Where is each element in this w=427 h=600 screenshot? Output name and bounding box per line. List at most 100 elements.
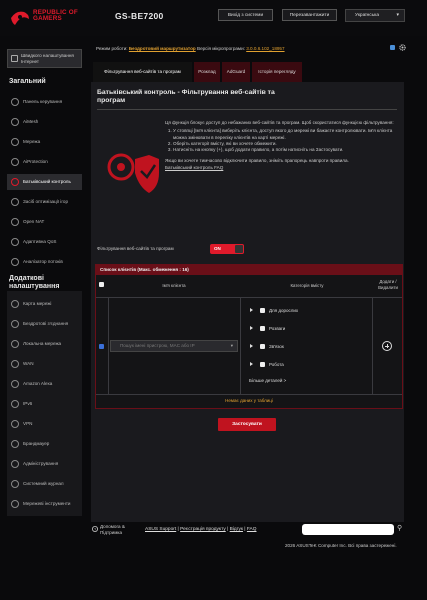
tab-web-filter[interactable]: Фільтрування веб-сайтів та програм xyxy=(93,62,193,82)
brand-logo-text: REPUBLIC OF GAMERS xyxy=(33,9,78,23)
sidebar-item-wan[interactable]: WAN xyxy=(7,356,82,372)
traffic-icon xyxy=(11,258,19,266)
sidebar-item-administration[interactable]: Адміністрування xyxy=(7,456,82,472)
language-value: Українська xyxy=(355,13,380,18)
client-search-placeholder: Пошук імені пристрою, MAC або IP xyxy=(120,343,195,348)
sidebar-item-vpn[interactable]: VPN xyxy=(7,416,82,432)
search-icon[interactable]: ⚲ xyxy=(397,524,402,532)
tab-adguard[interactable]: AdGuard xyxy=(222,62,251,82)
faq-footer-link[interactable]: FAQ xyxy=(247,527,257,532)
firmware-version-link[interactable]: 3.0.0.6.102_18957 xyxy=(246,46,284,51)
sidebar-item-aiprotection[interactable]: AiProtection xyxy=(7,154,82,170)
ipv6-icon xyxy=(11,400,19,408)
lan-icon xyxy=(11,340,19,348)
expand-arrow-icon[interactable] xyxy=(250,326,253,330)
category-label: Розваги xyxy=(269,326,286,331)
quick-setup-button[interactable]: Швидкого налаштування Інтернет xyxy=(7,49,82,68)
category-checkbox[interactable] xyxy=(260,308,265,313)
expand-arrow-icon[interactable] xyxy=(250,308,253,312)
footer-links: ASUS Support | Реєстрація продукту | Від… xyxy=(145,527,257,532)
sidebar-item-wireless[interactable]: Бездротові з'єднання xyxy=(7,316,82,332)
toggle-knob xyxy=(235,245,243,253)
expand-arrow-icon[interactable] xyxy=(250,362,253,366)
asus-support-link[interactable]: ASUS Support xyxy=(145,527,176,532)
empty-table-message: Немає даних у таблиці xyxy=(225,398,273,403)
rog-logo-icon xyxy=(11,11,29,25)
instruction-step: Натисніть на кнопку (+), щоб додати прав… xyxy=(173,147,395,153)
parental-control-illustration-icon xyxy=(107,153,159,193)
sidebar-item-qos[interactable]: Адаптивна QoS xyxy=(7,234,82,250)
vpn-icon xyxy=(11,420,19,428)
help-icon: ? xyxy=(92,526,98,532)
log-icon xyxy=(11,480,19,488)
client-list-title: Список клієнтів (Макс. обмеження : 16) xyxy=(96,265,402,275)
toggle-state: ON xyxy=(214,246,221,251)
category-checkbox[interactable] xyxy=(260,362,265,367)
sidebar-item-traffic-analyzer[interactable]: Аналізатор потоків xyxy=(7,254,82,270)
sidebar-item-lan[interactable]: Локальна мережа xyxy=(7,336,82,352)
language-select[interactable]: Українська ▾ xyxy=(345,9,405,22)
globe-icon xyxy=(11,360,19,368)
category-label: Для дорослих xyxy=(269,308,299,313)
sidebar-item-system-log[interactable]: Системний журнал xyxy=(7,476,82,492)
sidebar-item-alexa[interactable]: Amazon Alexa xyxy=(7,376,82,392)
sidebar-item-network[interactable]: Мережа xyxy=(7,134,82,150)
select-all-checkbox[interactable] xyxy=(99,282,104,287)
add-rule-icon[interactable] xyxy=(382,341,392,351)
column-header-add-remove: Додати / Видалити xyxy=(378,279,398,290)
faq-link[interactable]: Батьківський контроль FAQ xyxy=(165,165,223,170)
instruction-step: У стовпці [Ім'я клієнта] виберіть клієнт… xyxy=(173,128,395,141)
apply-button[interactable]: Застосувати xyxy=(218,418,276,431)
operation-mode-link[interactable]: Бездротовий маршрутизатор xyxy=(129,46,196,51)
network-icon xyxy=(11,138,19,146)
filter-toggle[interactable]: ON xyxy=(210,244,244,254)
category-label: Робота xyxy=(269,362,284,367)
nat-icon xyxy=(11,218,19,226)
column-divider xyxy=(372,297,373,394)
filter-toggle-label: Фільтрування веб-сайтів та програм xyxy=(97,246,174,251)
more-details-link[interactable]: Більше деталей > xyxy=(249,378,286,383)
alexa-icon xyxy=(11,380,19,388)
reboot-button[interactable]: Перезавантажити xyxy=(282,9,337,21)
gear-icon[interactable] xyxy=(399,44,406,51)
tab-browsing-history[interactable]: Історія перегляду xyxy=(252,62,303,82)
sidebar-item-aimesh[interactable]: AiMesh xyxy=(7,114,82,130)
general-section-title: Загальний xyxy=(9,78,46,85)
expand-arrow-icon[interactable] xyxy=(250,344,253,348)
divider xyxy=(97,109,397,110)
chevron-down-icon: ▾ xyxy=(230,343,233,348)
sidebar-item-open-nat[interactable]: Open NAT xyxy=(7,214,82,230)
column-divider xyxy=(108,297,109,394)
chevron-down-icon: ▾ xyxy=(396,12,399,18)
sidebar-item-parental-control[interactable]: Батьківський контроль xyxy=(7,174,82,190)
sidebar-item-firewall[interactable]: Брандмауер xyxy=(7,436,82,452)
sidebar-item-game-boost[interactable]: Засіб оптимізації ігор xyxy=(7,194,82,210)
sidebar-item-dashboard[interactable]: Панель керування xyxy=(7,94,82,110)
tab-schedule[interactable]: Розклад xyxy=(194,62,221,82)
category-label: Зв'язок xyxy=(269,344,284,349)
sidebar-item-network-tools[interactable]: Мережеві інструменти xyxy=(7,496,82,512)
tools-icon xyxy=(11,500,19,508)
dashboard-icon xyxy=(11,98,19,106)
instructions: Ця функція блокує доступ до небажаних ве… xyxy=(165,120,395,171)
parental-icon xyxy=(11,178,19,186)
qos-icon xyxy=(11,238,19,246)
category-checkbox[interactable] xyxy=(260,326,265,331)
model-name: GS-BE7200 xyxy=(115,11,164,21)
wireless-icon xyxy=(11,320,19,328)
feedback-link[interactable]: Відгук xyxy=(230,527,243,532)
admin-icon xyxy=(11,460,19,468)
logout-button[interactable]: Вихід з системи xyxy=(218,9,273,21)
product-registration-link[interactable]: Реєстрація продукту xyxy=(180,527,226,532)
sidebar-item-network-map[interactable]: Карта мережі xyxy=(7,296,82,312)
shield-icon xyxy=(11,158,19,166)
usb-icon[interactable] xyxy=(389,44,396,51)
category-checkbox[interactable] xyxy=(260,344,265,349)
column-header-category: Категорія вмісту xyxy=(290,283,324,288)
game-icon xyxy=(11,198,19,206)
faq-search-input[interactable] xyxy=(302,524,394,535)
operation-info: Режим роботи: Бездротовий маршрутизатор … xyxy=(96,46,285,51)
row-enable-checkbox[interactable] xyxy=(99,344,104,349)
client-search-input[interactable]: Пошук імені пристрою, MAC або IP ▾ xyxy=(110,340,238,352)
sidebar-item-ipv6[interactable]: IPv6 xyxy=(7,396,82,412)
